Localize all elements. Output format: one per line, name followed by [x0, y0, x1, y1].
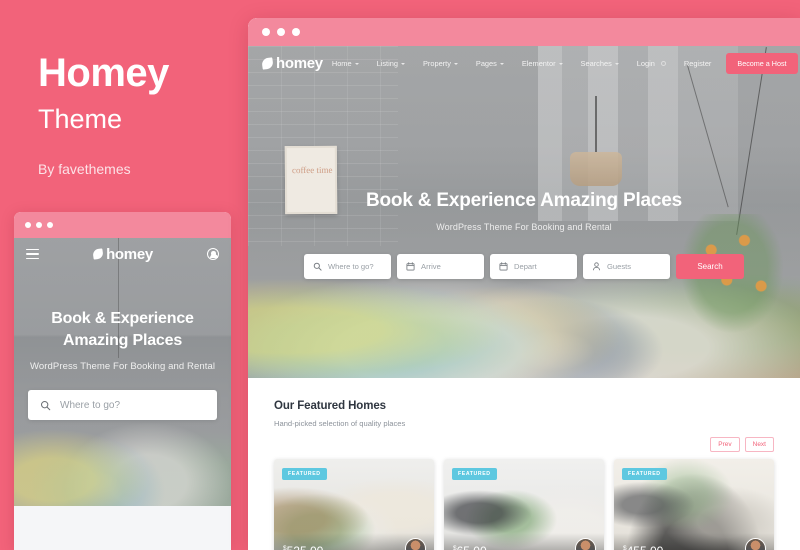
nav-label: Register: [683, 58, 712, 68]
chevron-down-icon: [453, 62, 458, 65]
price-amount: 65.00: [457, 544, 487, 550]
desktop-browser-mockup: homey Home Listing Property Pages: [248, 18, 800, 550]
mobile-logo[interactable]: homey: [92, 245, 153, 263]
search-arrive-input[interactable]: Arrive: [397, 254, 484, 279]
mobile-hero: homey Book & Experience Amazing Places W…: [14, 238, 231, 506]
search-location-input[interactable]: Where to go?: [304, 254, 391, 279]
carousel-controls: Prev Next: [274, 437, 774, 452]
leaf-logo-icon: [92, 248, 104, 260]
site-logo[interactable]: homey: [261, 54, 323, 72]
featured-badge: FEATURED: [282, 468, 327, 480]
mobile-hero-heading-line2: Amazing Places: [62, 332, 183, 350]
brand-author: By favethemes: [38, 161, 131, 177]
nav-item-home[interactable]: Home: [323, 59, 368, 68]
nav-label: Pages: [475, 58, 497, 68]
price-amount: 455.00: [627, 544, 664, 550]
hero-search-bar: Where to go? Arrive Depart Guests Search: [304, 254, 744, 279]
search-guests-placeholder: Guests: [607, 262, 632, 271]
mobile-window-titlebar: [14, 212, 231, 238]
nav-item-elementor[interactable]: Elementor: [513, 59, 572, 68]
hamburger-menu-icon[interactable]: [26, 248, 39, 260]
nav-label: Login: [636, 58, 655, 68]
search-depart-placeholder: Depart: [514, 262, 537, 271]
become-a-host-button[interactable]: Become a Host: [726, 52, 798, 74]
nav-item-pages[interactable]: Pages: [467, 59, 513, 68]
mobile-hero-heading-line1: Book & Experience: [51, 310, 194, 327]
search-guests-input[interactable]: Guests: [583, 254, 670, 279]
search-arrive-placeholder: Arrive: [421, 262, 441, 271]
separator-dot-icon: [660, 60, 666, 66]
site-logo-text: homey: [276, 54, 323, 72]
nav-label: Property: [422, 58, 451, 68]
property-price: $455.00/night: [623, 545, 679, 550]
person-icon: [593, 262, 600, 271]
search-icon: [40, 400, 51, 410]
mobile-hero-text: Book & Experience Amazing Places WordPre…: [14, 308, 231, 372]
mobile-navbar: homey: [14, 238, 231, 270]
browser-titlebar: [248, 18, 800, 46]
chevron-down-icon: [499, 62, 504, 65]
property-price: $525.00/night: [283, 545, 339, 550]
featured-cards-list: FEATURED $525.00/night FEATURED $65.00/n…: [274, 459, 774, 550]
nav-menu: Home Listing Property Pages Elementor Se…: [323, 52, 800, 74]
user-account-icon[interactable]: [206, 248, 219, 260]
featured-section-subtitle: Hand-picked selection of quality places: [274, 419, 406, 428]
hero-subheading: WordPress Theme For Booking and Rental: [436, 222, 612, 232]
search-icon: [313, 262, 322, 271]
carousel-next-button[interactable]: Next: [744, 437, 774, 452]
mobile-mockup: homey Book & Experience Amazing Places W…: [14, 212, 231, 550]
property-card[interactable]: FEATURED $65.00/night: [444, 459, 604, 550]
price-amount: 525.00: [287, 544, 324, 550]
property-price: $65.00/night: [453, 545, 503, 550]
featured-badge: FEATURED: [622, 468, 667, 480]
window-dot-minimize-icon: [277, 28, 285, 36]
mobile-hero-heading: Book & Experience Amazing Places: [28, 308, 217, 352]
chevron-down-icon: [558, 62, 563, 65]
search-location-placeholder: Where to go?: [328, 262, 374, 271]
chevron-down-icon: [614, 62, 619, 65]
nav-item-register[interactable]: Register: [675, 59, 721, 68]
search-submit-button[interactable]: Search: [676, 254, 744, 279]
window-dot-minimize-icon: [36, 222, 42, 228]
window-dot-close-icon: [25, 222, 31, 228]
nav-item-listing[interactable]: Listing: [368, 59, 414, 68]
mobile-hero-subheading: WordPress Theme For Booking and Rental: [29, 361, 216, 373]
mobile-search-input[interactable]: Where to go?: [28, 390, 217, 421]
calendar-icon: [499, 262, 508, 271]
chevron-down-icon: [354, 62, 359, 65]
window-dot-close-icon: [262, 28, 270, 36]
hero-bg-pendant-lamp: [570, 96, 622, 186]
window-dot-maximize-icon: [292, 28, 300, 36]
search-depart-input[interactable]: Depart: [490, 254, 577, 279]
featured-badge: FEATURED: [452, 468, 497, 480]
brand-title: Homey: [38, 51, 169, 95]
nav-item-searches[interactable]: Searches: [572, 59, 628, 68]
nav-label: Elementor: [521, 58, 556, 68]
nav-label: Listing: [376, 58, 398, 68]
carousel-prev-button[interactable]: Prev: [710, 437, 740, 452]
hero-section: homey Home Listing Property Pages: [248, 46, 800, 378]
chevron-down-icon: [400, 62, 405, 65]
property-card[interactable]: FEATURED $525.00/night: [274, 459, 434, 550]
leaf-logo-icon: [261, 56, 274, 70]
calendar-icon: [406, 262, 415, 271]
featured-homes-section: Our Featured Homes Hand-picked selection…: [248, 378, 800, 550]
mobile-content-below-fold: [14, 506, 231, 550]
brand-subtitle: Theme: [38, 104, 123, 134]
nav-item-property[interactable]: Property: [414, 59, 467, 68]
property-card[interactable]: FEATURED $455.00/night: [614, 459, 774, 550]
mobile-viewport: homey Book & Experience Amazing Places W…: [14, 238, 231, 550]
nav-label: Home: [331, 58, 352, 68]
mobile-logo-text: homey: [106, 245, 153, 263]
window-dot-maximize-icon: [47, 222, 53, 228]
hero-text-block: Book & Experience Amazing Places WordPre…: [248, 190, 800, 232]
featured-section-title: Our Featured Homes: [274, 400, 386, 412]
hero-heading: Book & Experience Amazing Places: [365, 190, 682, 211]
mobile-search-placeholder: Where to go?: [60, 399, 121, 411]
nav-item-login[interactable]: Login: [628, 59, 675, 68]
nav-label: Searches: [580, 58, 612, 68]
site-navbar: homey Home Listing Property Pages Elemen…: [248, 46, 800, 80]
